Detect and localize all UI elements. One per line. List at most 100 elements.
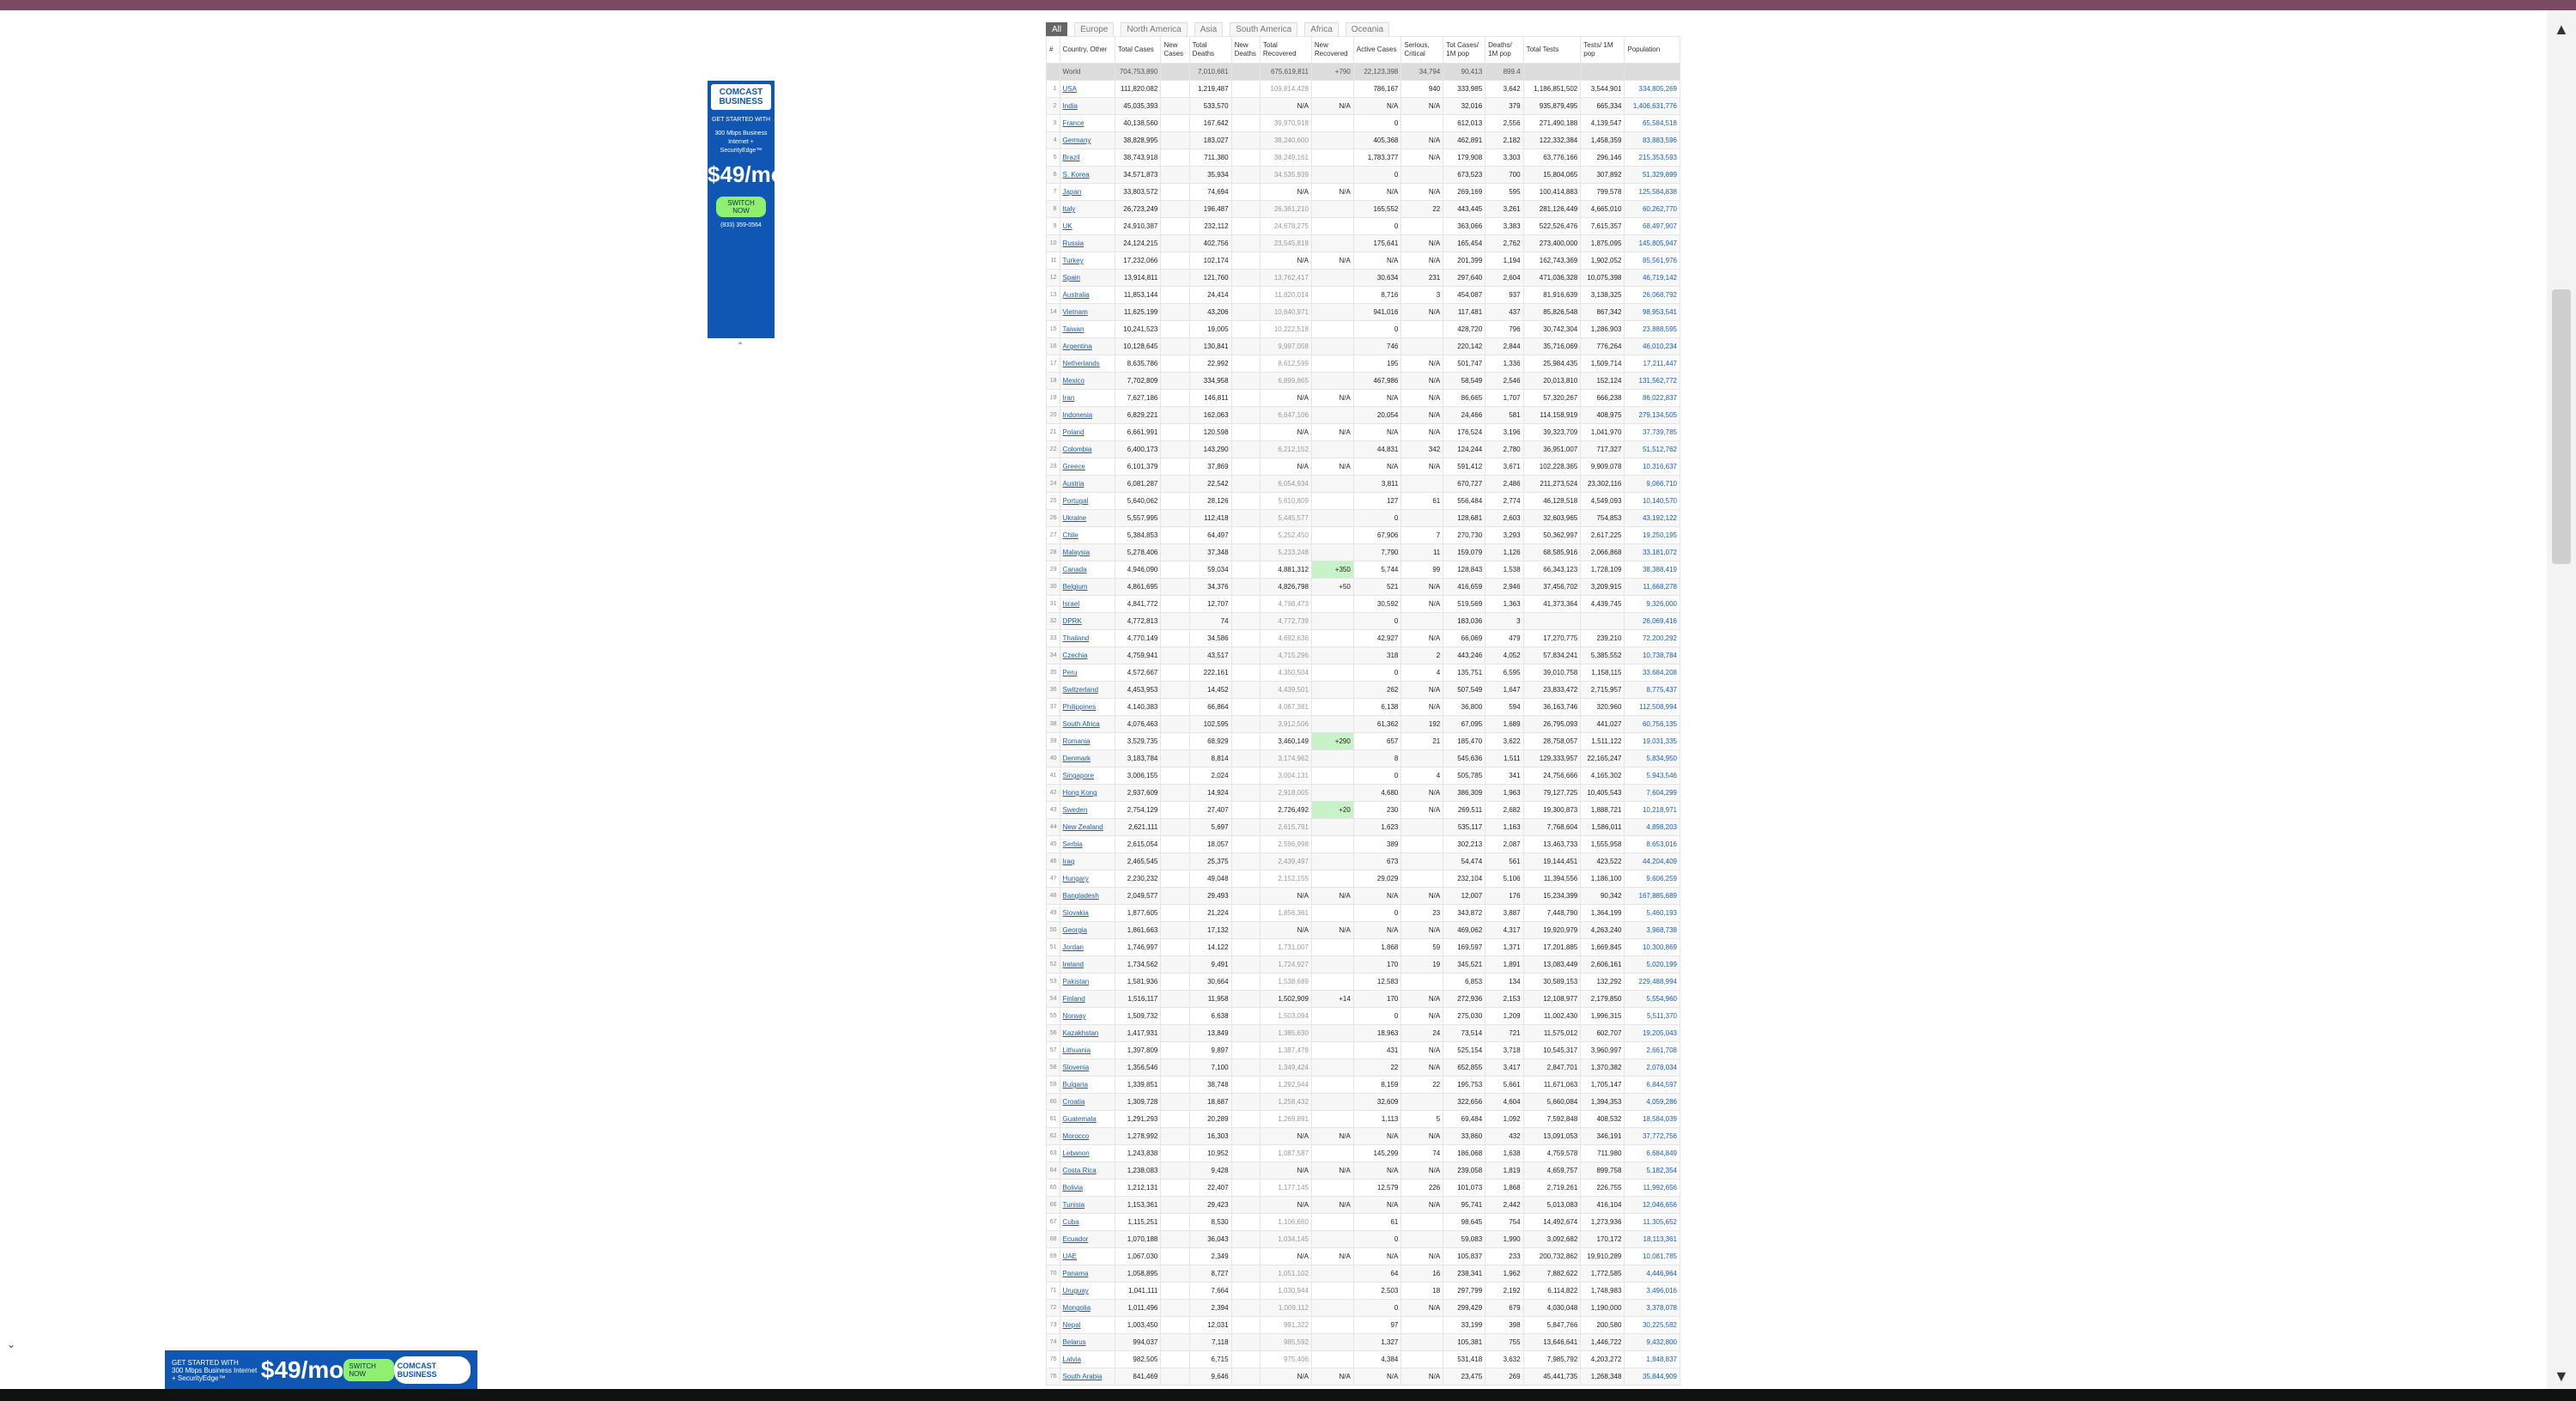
country-link[interactable]: Iraq [1063,858,1075,865]
country-link[interactable]: Romania [1063,737,1091,745]
column-header[interactable]: Total Tests [1522,36,1582,64]
country-link[interactable]: Australia [1063,291,1090,299]
country-link[interactable]: Cuba [1063,1218,1079,1226]
country-link[interactable]: Uruguay [1063,1287,1089,1295]
country-link[interactable]: Russia [1063,240,1084,247]
country-link[interactable]: USA [1063,85,1077,93]
country-link[interactable]: Ukraine [1063,514,1087,522]
country-link[interactable]: Peru [1063,669,1078,676]
country-link[interactable]: Vietnam [1063,308,1088,316]
country-link[interactable]: Chile [1063,531,1078,539]
country-link[interactable]: Belgium [1063,583,1088,591]
country-link[interactable]: Poland [1063,428,1084,436]
column-header[interactable]: New Deaths [1230,36,1261,64]
country-link[interactable]: South Arabia [1063,1373,1103,1380]
collapse-ad-icon[interactable]: ⌃ [737,342,744,351]
country-link[interactable]: DPRK [1063,617,1082,625]
country-link[interactable]: Malaysia [1063,549,1091,556]
country-link[interactable]: Kazakhstan [1063,1029,1099,1037]
column-header[interactable]: New Cases [1160,36,1190,64]
tab-south-america[interactable]: South America [1230,22,1298,37]
ad-cta-button[interactable]: SWITCH NOW [716,197,766,217]
country-link[interactable]: Bulgaria [1063,1081,1088,1089]
country-link[interactable]: Colombia [1063,446,1092,453]
column-header[interactable]: New Recovered [1310,36,1354,64]
country-link[interactable]: Austria [1063,480,1084,488]
tab-africa[interactable]: Africa [1304,22,1339,37]
scrollbar[interactable]: ▲ ▼ [2547,10,2576,1389]
bottom-advertisement[interactable]: GET STARTED WITH 300 Mbps Business Inter… [165,1350,477,1390]
country-link[interactable]: Latvia [1063,1356,1081,1363]
country-link[interactable]: Serbia [1063,840,1083,848]
country-link[interactable]: Tunisia [1063,1201,1085,1209]
column-header[interactable]: Tot Cases/ 1M pop [1443,36,1486,64]
country-link[interactable]: Mongolia [1063,1304,1091,1312]
country-link[interactable]: Bangladesh [1063,892,1099,900]
country-link[interactable]: S. Korea [1063,171,1090,179]
country-link[interactable]: Sweden [1063,806,1088,814]
country-link[interactable]: Belarus [1063,1338,1086,1346]
country-link[interactable]: UK [1063,222,1072,230]
country-link[interactable]: Pakistan [1063,978,1090,986]
country-link[interactable]: Jordan [1063,943,1084,951]
country-link[interactable]: Germany [1063,136,1091,144]
country-link[interactable]: Morocco [1063,1132,1090,1140]
column-header[interactable]: Country, Other [1059,36,1116,64]
country-link[interactable]: Iran [1063,394,1075,402]
column-header[interactable]: Population [1624,36,1680,64]
column-header[interactable]: Deaths/ 1M pop [1485,36,1524,64]
country-link[interactable]: Singapore [1063,772,1094,779]
country-link[interactable]: Thailand [1063,634,1090,642]
country-link[interactable]: Portugal [1063,497,1089,505]
country-link[interactable]: Guatemala [1063,1115,1097,1123]
country-link[interactable]: Nepal [1063,1321,1081,1329]
country-link[interactable]: South Africa [1063,720,1100,728]
country-link[interactable]: Japan [1063,188,1082,196]
country-link[interactable]: Hong Kong [1063,789,1097,797]
country-link[interactable]: Taiwan [1063,325,1084,333]
country-link[interactable]: Switzerland [1063,686,1098,694]
country-link[interactable]: Greece [1063,463,1085,470]
column-header[interactable]: Serious, Critical [1400,36,1444,64]
tab-asia[interactable]: Asia [1194,22,1224,37]
scroll-down-icon[interactable]: ▼ [2554,1368,2569,1386]
tab-north-america[interactable]: North America [1121,22,1188,37]
country-link[interactable]: Bolivia [1063,1184,1084,1192]
country-link[interactable]: Turkey [1063,257,1084,264]
scroll-up-icon[interactable]: ▲ [2554,21,2569,39]
country-link[interactable]: Denmark [1063,755,1091,762]
country-link[interactable]: Canada [1063,566,1087,573]
column-header[interactable]: Tests/ 1M pop [1580,36,1625,64]
country-link[interactable]: India [1063,102,1078,110]
chevron-down-icon[interactable]: ⌄ [7,1338,15,1350]
country-link[interactable]: Israel [1063,600,1080,608]
country-link[interactable]: Italy [1063,205,1076,213]
country-link[interactable]: Argentina [1063,343,1092,350]
ad-bottom-cta-button[interactable]: SWITCH NOW [343,1359,394,1381]
column-header[interactable]: Total Deaths [1188,36,1232,64]
country-link[interactable]: Panama [1063,1270,1089,1277]
country-link[interactable]: Brazil [1063,154,1080,161]
country-link[interactable]: Norway [1063,1012,1086,1020]
country-link[interactable]: Mexico [1063,377,1084,385]
country-link[interactable]: Ireland [1063,961,1084,968]
country-link[interactable]: UAE [1063,1252,1077,1260]
column-header[interactable]: # [1046,36,1060,64]
country-link[interactable]: Hungary [1063,875,1089,882]
country-link[interactable]: Slovakia [1063,909,1089,917]
country-link[interactable]: Spain [1063,274,1080,282]
tab-europe[interactable]: Europe [1074,22,1115,37]
country-link[interactable]: Finland [1063,995,1085,1003]
column-header[interactable]: Total Cases [1114,36,1162,64]
side-advertisement[interactable]: COMCAST BUSINESS GET STARTED WITH 300 Mb… [708,81,775,338]
scrollbar-thumb[interactable] [2552,289,2571,564]
country-link[interactable]: Georgia [1063,926,1087,934]
column-header[interactable]: Total Recovered [1259,36,1312,64]
country-link[interactable]: Croatia [1063,1098,1085,1106]
tab-all[interactable]: All [1046,22,1068,37]
column-header[interactable]: Active Cases [1352,36,1402,64]
country-link[interactable]: Czechia [1063,652,1088,659]
country-link[interactable]: Indonesia [1063,411,1093,419]
country-link[interactable]: Ecuador [1063,1235,1089,1243]
country-link[interactable]: Costa Rica [1063,1167,1097,1174]
